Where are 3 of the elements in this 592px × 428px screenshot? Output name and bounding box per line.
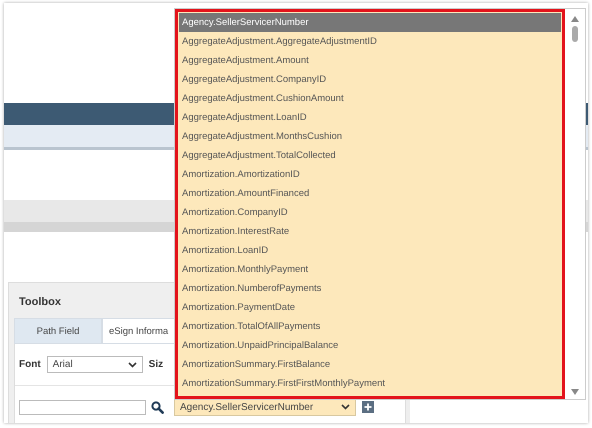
toolbox-title: Toolbox [19, 296, 61, 308]
font-label: Font [19, 359, 41, 370]
size-label: Siz [148, 359, 164, 370]
